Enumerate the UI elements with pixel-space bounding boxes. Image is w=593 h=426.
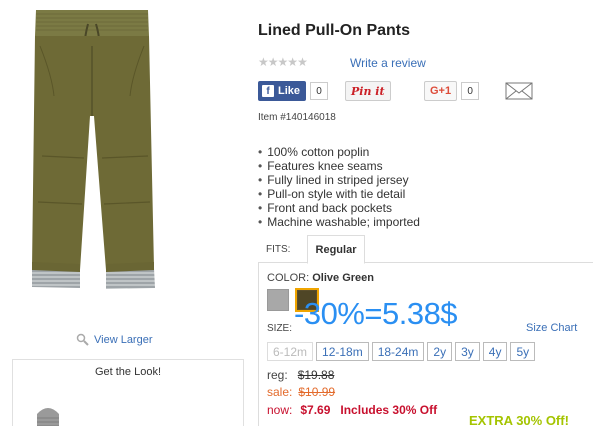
promo-overlay-text: -30%=5.38$ (294, 296, 458, 331)
tab-regular[interactable]: Regular (307, 235, 365, 264)
size-chart-link[interactable]: Size Chart (526, 322, 577, 334)
fit-tabs: FITS: Regular (258, 235, 593, 264)
list-item: 100% cotton poplin (258, 145, 420, 159)
size-option-6-12m[interactable]: 6-12m (267, 342, 314, 361)
fits-label: FITS: (266, 244, 291, 255)
facebook-like-count: 0 (310, 82, 329, 100)
gplus-button[interactable]: G+1 (424, 81, 458, 101)
product-title: Lined Pull-On Pants (258, 22, 411, 39)
facebook-like-button[interactable]: f Like (258, 81, 307, 101)
view-larger-label: View Larger (94, 334, 153, 346)
size-option-12-18m[interactable]: 12-18m (316, 342, 369, 361)
facebook-like-label: Like (278, 85, 301, 97)
swatch-grey[interactable] (267, 289, 289, 311)
star-icon: ★ (277, 55, 289, 69)
item-number: Item #140146018 (258, 112, 336, 123)
size-option-4y[interactable]: 4y (482, 342, 508, 361)
get-the-look-title: Get the Look! (94, 366, 162, 378)
gplus-widget: G+1 0 (424, 81, 480, 101)
star-icon: ★ (258, 55, 269, 69)
view-larger-link[interactable]: View Larger (76, 333, 153, 347)
size-option-3y[interactable]: 3y (455, 342, 480, 361)
sale-price: sale: $10.99 (267, 385, 335, 399)
regular-price-value: $19.88 (297, 368, 335, 382)
product-options: COLOR: Olive Green -30%=5.38$ SIZE: Size… (258, 263, 593, 426)
feature-list: 100% cotton poplin Features knee seams F… (258, 145, 420, 229)
size-label: SIZE: (267, 323, 293, 334)
list-item: Front and back pockets (258, 201, 420, 215)
sale-price-label: sale: (267, 385, 293, 399)
list-item: Pull-on style with tie detail (258, 187, 420, 201)
email-icon[interactable] (505, 82, 533, 100)
magnifier-icon (76, 333, 89, 346)
star-icon: ★ (267, 55, 279, 69)
now-price: now: $7.69 Includes 30% Off (267, 403, 437, 417)
regular-price-label: reg: (267, 368, 288, 382)
color-label-text: COLOR: (267, 272, 310, 284)
sale-price-value: $10.99 (298, 385, 336, 399)
star-icon: ★ (287, 55, 298, 69)
pinterest-button[interactable]: Pin it (345, 81, 391, 101)
write-review-link[interactable]: Write a review (350, 56, 426, 70)
gplus-count: 0 (461, 82, 480, 100)
list-item: Features knee seams (258, 159, 420, 173)
regular-price: reg: $19.88 (267, 368, 334, 382)
get-the-look-panel: Get the Look! (12, 359, 244, 426)
discount-note: Includes 30% Off (340, 403, 438, 417)
now-price-value: $7.69 (300, 403, 331, 417)
color-label: COLOR: Olive Green (267, 272, 374, 284)
list-item: Machine washable; imported (258, 215, 420, 229)
product-image[interactable] (22, 6, 162, 306)
selected-color: Olive Green (312, 272, 375, 284)
star-icon: ★ (297, 55, 308, 69)
extra-off-banner: EXTRA 30% Off! (469, 413, 569, 426)
list-item: Fully lined in striped jersey (258, 173, 420, 187)
get-the-look-thumbnail[interactable] (31, 402, 65, 426)
size-option-5y[interactable]: 5y (510, 342, 536, 361)
size-option-2y[interactable]: 2y (427, 342, 453, 361)
size-options: 6-12m 12-18m 18-24m 2y 3y 4y 5y (267, 342, 536, 361)
facebook-like-widget: f Like 0 (258, 81, 329, 101)
size-option-18-24m[interactable]: 18-24m (371, 342, 425, 361)
facebook-icon: f (262, 85, 274, 97)
now-price-label: now: (267, 403, 293, 417)
rating-stars[interactable]: ★ ★ ★ ★ ★ (258, 55, 308, 69)
